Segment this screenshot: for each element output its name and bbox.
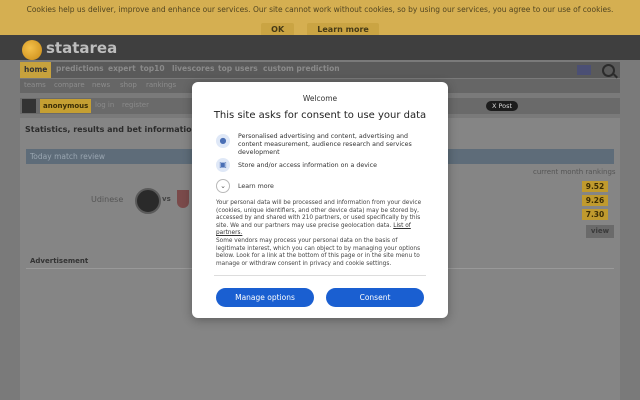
consent-welcome: Welcome — [302, 94, 338, 103]
subnav-item-rankings[interactable]: rankings — [146, 81, 176, 89]
subnav-item-teams[interactable]: teams — [24, 81, 46, 89]
purpose-advertising: Personalised advertising and content, ad… — [238, 133, 412, 156]
purpose-device-storage: Store and/or access information on a dev… — [238, 162, 378, 169]
consent-paragraph-1: Your personal data will be processed and… — [216, 200, 426, 238]
current-month-label: current month rankings — [533, 168, 616, 176]
away-crest-icon — [177, 190, 189, 208]
search-icon[interactable] — [602, 64, 615, 77]
consent-divider — [214, 275, 426, 276]
consent-button[interactable]: Consent — [326, 288, 424, 307]
username: anonymous — [40, 99, 92, 113]
chevron-down-icon[interactable]: ⌄ — [216, 179, 230, 193]
subnav-item-shop[interactable]: shop — [120, 81, 137, 89]
logo-text: statarea — [46, 39, 118, 57]
uk-flag-icon[interactable] — [577, 65, 591, 75]
nav-item-expert[interactable]: expert — [108, 64, 136, 73]
login-link[interactable]: log in — [95, 101, 114, 109]
udinese-crest-icon — [135, 188, 161, 214]
logo-ball-icon — [22, 40, 42, 60]
manage-options-button[interactable]: Manage options — [216, 288, 314, 307]
ranking-badge: 9.26 — [582, 195, 608, 206]
register-link[interactable]: register — [122, 101, 149, 109]
x-post-button[interactable]: X Post — [486, 101, 518, 111]
nav-item-home[interactable]: home — [20, 62, 52, 78]
user-icon — [22, 99, 36, 113]
page-headline: Statistics, results and bet information. — [25, 125, 201, 134]
today-match-label: Today match review — [30, 152, 105, 161]
ranking-badge: 7.30 — [582, 209, 608, 220]
person-icon: ● — [216, 134, 230, 148]
nav-item-livescores[interactable]: livescores — [172, 64, 214, 73]
consent-title: This site asks for consent to use your d… — [213, 110, 427, 121]
device-icon: ▣ — [216, 158, 230, 172]
cookie-bar: Cookies help us deliver, improve and enh… — [0, 0, 640, 36]
nav-item-predictions[interactable]: predictions — [56, 64, 104, 73]
nav-item-top10[interactable]: top10 — [140, 64, 165, 73]
cookie-message: Cookies help us deliver, improve and enh… — [26, 5, 614, 14]
subnav-item-news[interactable]: news — [92, 81, 110, 89]
home-team-name[interactable]: Udinese — [91, 195, 123, 204]
nav-item-custom-prediction[interactable]: custom prediction — [263, 64, 340, 73]
nav-item-top-users[interactable]: top users — [218, 64, 258, 73]
learn-more-toggle[interactable]: Learn more — [238, 183, 428, 191]
consent-dialog: Welcome This site asks for consent to us… — [192, 82, 448, 318]
view-button[interactable]: view — [586, 225, 614, 238]
advertisement-label: Advertisement — [30, 257, 89, 265]
ranking-badge: 9.52 — [582, 181, 608, 192]
main-nav: home predictions expert top10 livescores… — [20, 62, 620, 78]
consent-paragraph-2: Some vendors may process your personal d… — [216, 238, 421, 267]
consent-paragraph-1-text: Your personal data will be processed and… — [216, 200, 422, 229]
subnav-item-compare[interactable]: compare — [54, 81, 85, 89]
vs-label: vs — [162, 195, 171, 203]
